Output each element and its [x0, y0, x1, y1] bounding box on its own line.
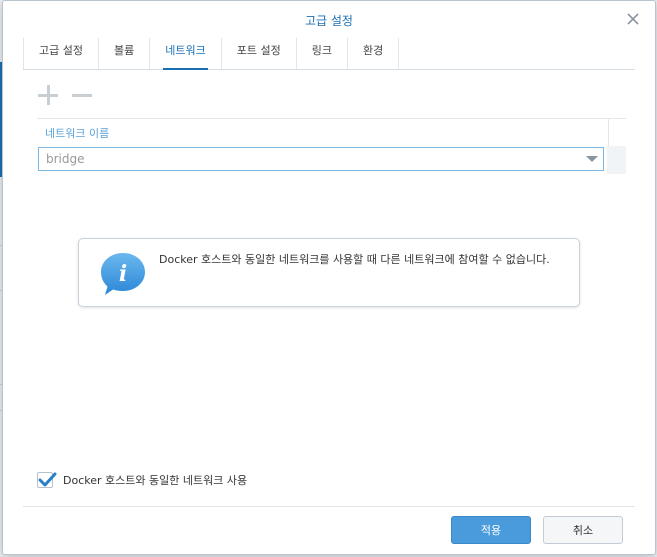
- network-name-column-header[interactable]: 네트워크 이름: [45, 125, 109, 141]
- close-icon: [627, 13, 639, 25]
- dialog-title: 고급 설정: [305, 14, 353, 28]
- close-button[interactable]: [625, 11, 641, 27]
- cancel-button[interactable]: 취소: [543, 516, 623, 544]
- info-message-box: i Docker 호스트와 동일한 네트워크를 사용할 때 다른 네트워크에 참…: [78, 238, 580, 307]
- info-message-text: Docker 호스트와 동일한 네트워크를 사용할 때 다른 네트워크에 참여할…: [159, 253, 550, 266]
- use-host-network-label: Docker 호스트와 동일한 네트워크 사용: [63, 474, 248, 487]
- info-icon: i: [101, 253, 145, 295]
- row-filler: [607, 146, 626, 174]
- advanced-settings-dialog: 고급 설정 고급 설정 볼륨 네트워크 포트 설정 링크 환경 네트워크 이름: [2, 0, 656, 555]
- tab-links[interactable]: 링크: [295, 38, 347, 69]
- network-select-value: bridge: [46, 152, 85, 166]
- tab-environment[interactable]: 환경: [346, 38, 400, 69]
- tab-volume[interactable]: 볼륨: [97, 38, 149, 69]
- use-host-network-option[interactable]: Docker 호스트와 동일한 네트워크 사용: [37, 471, 247, 489]
- apply-button[interactable]: 적용: [451, 516, 531, 544]
- svg-text:i: i: [119, 261, 127, 287]
- tab-network[interactable]: 네트워크: [149, 38, 220, 70]
- add-network-button[interactable]: [37, 84, 59, 106]
- network-grid: 네트워크 이름 bridge: [37, 118, 626, 175]
- grid-header: 네트워크 이름: [37, 119, 626, 146]
- chevron-down-icon[interactable]: [586, 156, 598, 162]
- use-host-network-checkbox[interactable]: [37, 472, 57, 488]
- table-row[interactable]: bridge: [37, 146, 626, 174]
- tab-port-settings[interactable]: 포트 설정: [220, 38, 296, 69]
- tab-bar: 고급 설정 볼륨 네트워크 포트 설정 링크 환경: [23, 38, 635, 70]
- footer-divider: [23, 506, 635, 507]
- network-toolbar: [37, 84, 93, 106]
- dialog-titlebar: 고급 설정: [3, 1, 655, 37]
- remove-network-button[interactable]: [71, 84, 93, 106]
- network-select[interactable]: bridge: [38, 147, 604, 171]
- checkmark-icon: [38, 472, 57, 487]
- tab-advanced-settings[interactable]: 고급 설정: [23, 38, 98, 69]
- column-divider: [608, 119, 609, 146]
